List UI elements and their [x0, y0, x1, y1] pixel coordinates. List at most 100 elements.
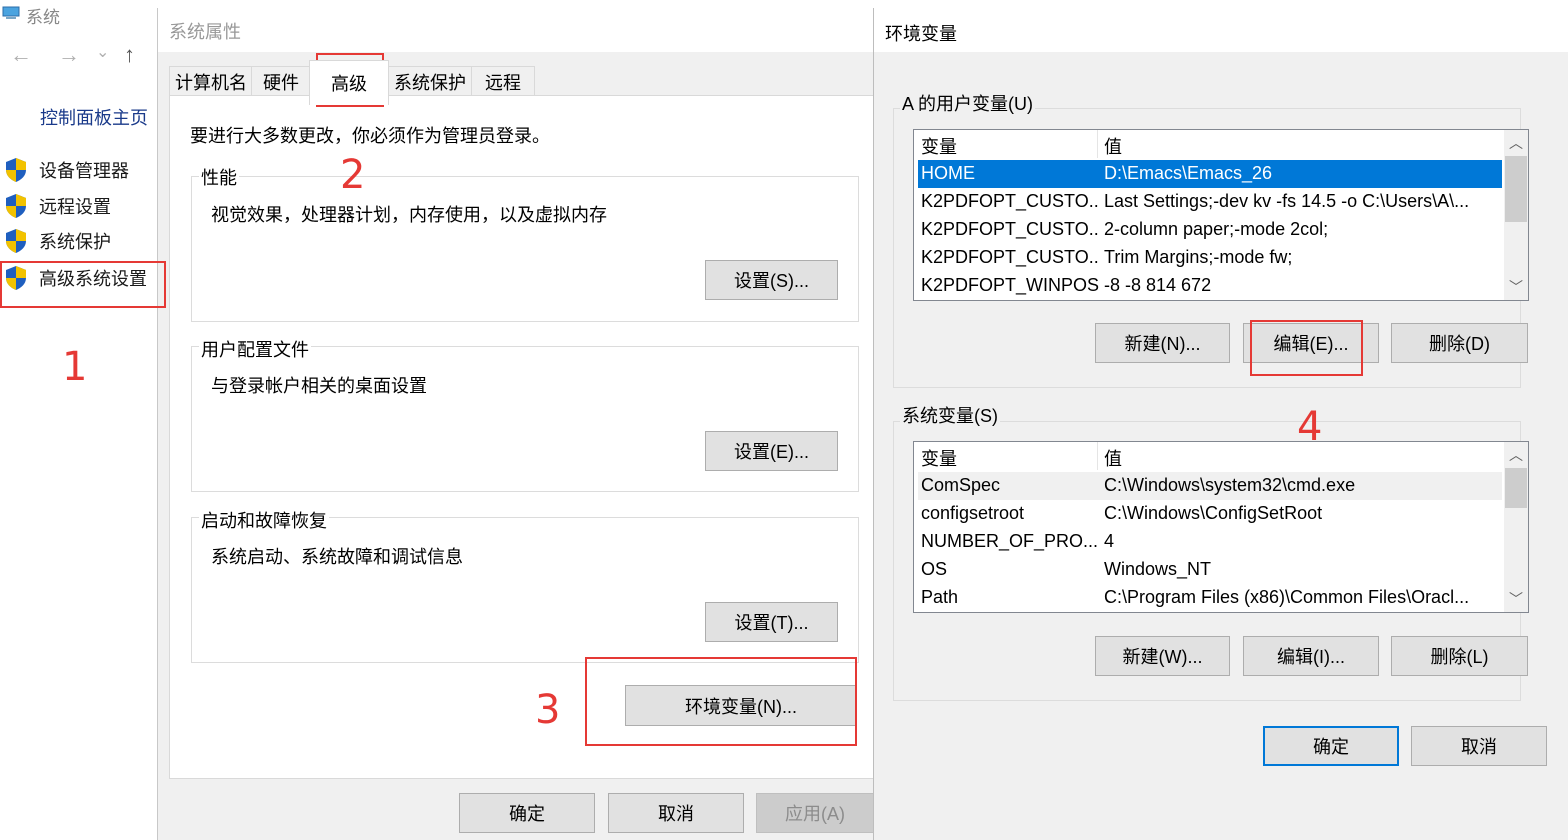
user-new-button[interactable]: 新建(N)... — [1095, 323, 1230, 363]
group-description: 与登录帐户相关的桌面设置 — [211, 376, 427, 396]
list-header: 变量 值 — [914, 442, 1502, 470]
table-row[interactable]: configsetroot C:\Windows\ConfigSetRoot — [918, 500, 1502, 528]
group-description: 系统启动、系统故障和调试信息 — [211, 547, 463, 567]
control-panel-home-link[interactable]: 控制面板主页 — [40, 104, 148, 130]
system-variables-label: 系统变量(S) — [900, 402, 1000, 428]
group-description: 视觉效果，处理器计划，内存使用，以及虚拟内存 — [211, 205, 607, 225]
annotation-box-3 — [585, 657, 857, 746]
column-header-value[interactable]: 值 — [1104, 133, 1122, 159]
sidebar-item-label: 设备管理器 — [39, 161, 129, 181]
control-panel-sidebar: 系统 ← → ⌄ ↑ 控制面板主页 设备管理器 远程设置 系统保护 高级系统设置 — [0, 0, 160, 840]
startup-recovery-settings-button[interactable]: 设置(T)... — [705, 602, 838, 642]
table-row[interactable]: HOME D:\Emacs\Emacs_26 — [918, 160, 1502, 188]
user-variables-list[interactable]: 变量 值 HOME D:\Emacs\Emacs_26 K2PDFOPT_CUS… — [913, 129, 1529, 301]
performance-group — [191, 176, 859, 322]
system-delete-button[interactable]: 删除(L) — [1391, 636, 1528, 676]
chevron-down-icon[interactable]: ⌄ — [96, 42, 109, 62]
variable-value: 2-column paper;-mode 2col; — [1104, 219, 1329, 239]
variable-name: NUMBER_OF_PRO... — [921, 531, 1099, 551]
table-row[interactable]: K2PDFOPT_CUSTO... Last Settings;-dev kv … — [918, 188, 1502, 216]
chevron-up-icon[interactable]: ︿ — [1504, 444, 1528, 466]
title-bar — [158, 8, 876, 52]
user-variables-label: A 的用户变量(U) — [900, 90, 1036, 116]
sidebar-item-label: 系统保护 — [39, 232, 111, 252]
vertical-scrollbar[interactable]: ︿ ﹀ — [1504, 130, 1528, 300]
scrollbar-thumb[interactable] — [1505, 468, 1527, 508]
sidebar-item-label: 远程设置 — [39, 197, 111, 217]
system-edit-button[interactable]: 编辑(I)... — [1243, 636, 1379, 676]
performance-settings-button[interactable]: 设置(S)... — [705, 260, 838, 300]
cancel-button[interactable]: 取消 — [1411, 726, 1547, 766]
sidebar-item-system-protection[interactable]: 系统保护 — [4, 226, 111, 256]
annotation-number-1: 1 — [62, 344, 88, 390]
vertical-scrollbar[interactable]: ︿ ﹀ — [1504, 442, 1528, 612]
variable-value: D:\Emacs\Emacs_26 — [1104, 163, 1273, 183]
variable-name: configsetroot — [921, 503, 1025, 523]
tab-advanced[interactable]: 高级 — [309, 60, 389, 105]
dialog-title: 环境变量 — [885, 24, 957, 44]
chevron-up-icon[interactable]: ︿ — [1504, 132, 1528, 154]
title-bar — [874, 8, 1568, 52]
ok-button[interactable]: 确定 — [1263, 726, 1399, 766]
chevron-down-icon[interactable]: ﹀ — [1504, 276, 1528, 298]
variable-name: K2PDFOPT_WINPOS — [921, 275, 1099, 295]
list-header: 变量 值 — [914, 130, 1502, 158]
annotation-box-4 — [1250, 320, 1363, 376]
table-row[interactable]: K2PDFOPT_WINPOS -8 -8 814 672 — [918, 272, 1502, 300]
up-icon[interactable]: ↑ — [124, 42, 135, 68]
table-row[interactable]: ComSpec C:\Windows\system32\cmd.exe — [918, 472, 1502, 500]
variable-name: Path — [921, 587, 959, 607]
shield-icon — [6, 229, 26, 253]
forward-icon[interactable]: → — [58, 42, 80, 68]
user-delete-button[interactable]: 删除(D) — [1391, 323, 1528, 363]
cancel-button[interactable]: 取消 — [608, 793, 744, 833]
group-label: 用户配置文件 — [199, 336, 311, 362]
apply-button: 应用(A) — [756, 793, 874, 833]
annotation-number-4: 4 — [1297, 404, 1323, 450]
admin-note: 要进行大多数更改，你必须作为管理员登录。 — [190, 126, 550, 146]
tab-hardware[interactable]: 硬件 — [251, 66, 311, 97]
table-row[interactable]: NUMBER_OF_PRO... 4 — [918, 528, 1502, 556]
annotation-number-3: 3 — [535, 687, 561, 733]
environment-variables-dialog: 环境变量 A 的用户变量(U) 变量 值 HOME D:\Emacs\Emacs… — [873, 8, 1568, 840]
chevron-down-icon[interactable]: ﹀ — [1504, 588, 1528, 610]
back-icon[interactable]: ← — [10, 42, 32, 68]
annotation-box-1 — [0, 261, 166, 308]
shield-icon — [6, 158, 26, 182]
shield-icon — [6, 194, 26, 218]
variable-value: Windows_NT — [1104, 559, 1212, 579]
column-header-variable[interactable]: 变量 — [921, 445, 957, 471]
ok-button[interactable]: 确定 — [459, 793, 595, 833]
dialog-title: 系统属性 — [169, 22, 241, 42]
variable-value: -8 -8 814 672 — [1104, 275, 1212, 295]
variable-value: 4 — [1104, 531, 1115, 551]
scrollbar-thumb[interactable] — [1505, 156, 1527, 222]
tab-remote[interactable]: 远程 — [471, 66, 535, 97]
variable-name: ComSpec — [921, 475, 1001, 495]
computer-icon — [2, 6, 20, 19]
sidebar-item-device-manager[interactable]: 设备管理器 — [4, 155, 129, 185]
table-row[interactable]: K2PDFOPT_CUSTO... 2-column paper;-mode 2… — [918, 216, 1502, 244]
column-header-value[interactable]: 值 — [1104, 445, 1122, 471]
table-row[interactable]: OS Windows_NT — [918, 556, 1502, 584]
variable-value: C:\Program Files (x86)\Common Files\Orac… — [1104, 587, 1470, 607]
variable-name: K2PDFOPT_CUSTO... — [921, 191, 1099, 211]
variable-value: Trim Margins;-mode fw; — [1104, 247, 1293, 267]
variable-value: C:\Windows\ConfigSetRoot — [1104, 503, 1323, 523]
table-row[interactable]: Path C:\Program Files (x86)\Common Files… — [918, 584, 1502, 612]
tab-system-protection[interactable]: 系统保护 — [387, 66, 473, 97]
sidebar-item-remote-settings[interactable]: 远程设置 — [4, 191, 111, 221]
tab-computer-name[interactable]: 计算机名 — [169, 66, 253, 97]
table-row[interactable]: K2PDFOPT_CUSTO... Trim Margins;-mode fw; — [918, 244, 1502, 272]
variable-name: K2PDFOPT_CUSTO... — [921, 247, 1099, 267]
user-profiles-settings-button[interactable]: 设置(E)... — [705, 431, 838, 471]
variable-name: K2PDFOPT_CUSTO... — [921, 219, 1099, 239]
annotation-number-2: 2 — [340, 152, 366, 198]
system-variables-list[interactable]: 变量 值 ComSpec C:\Windows\system32\cmd.exe… — [913, 441, 1529, 613]
group-label: 性能 — [199, 164, 239, 190]
system-new-button[interactable]: 新建(W)... — [1095, 636, 1230, 676]
variable-name: OS — [921, 559, 948, 579]
group-label: 启动和故障恢复 — [199, 507, 329, 533]
column-header-variable[interactable]: 变量 — [921, 133, 957, 159]
variable-value: C:\Windows\system32\cmd.exe — [1104, 475, 1356, 495]
